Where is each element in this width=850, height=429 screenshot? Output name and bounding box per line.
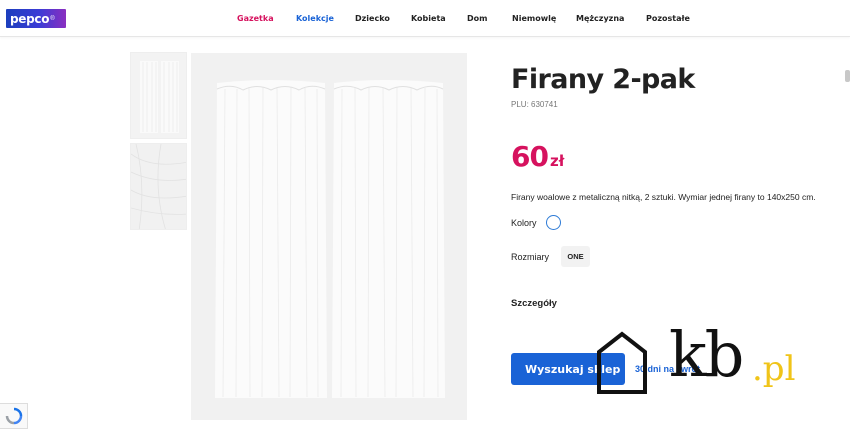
site-header: pepco ® Gazetka Kolekcje Dziecko Kobieta … bbox=[0, 0, 850, 37]
colors-label: Kolory bbox=[511, 218, 537, 228]
scrollbar-thumb[interactable] bbox=[845, 70, 850, 82]
curtain-detail-image bbox=[131, 144, 186, 229]
main-nav: Gazetka Kolekcje Dziecko Kobieta Dom Nie… bbox=[0, 14, 850, 28]
price-currency: zł bbox=[549, 152, 565, 170]
thumbnail-curtains-front[interactable] bbox=[130, 52, 187, 139]
sizes-label: Rozmiary bbox=[511, 252, 550, 262]
color-swatch-white[interactable] bbox=[546, 215, 561, 230]
watermark-suffix: .pl bbox=[752, 349, 796, 389]
product-description: Firany woalowe z metaliczną nitką, 2 szt… bbox=[511, 192, 816, 202]
nav-item-mezczyzna[interactable]: Mężczyzna bbox=[576, 14, 624, 23]
price-value: 60 bbox=[511, 140, 549, 173]
watermark-brand: kb bbox=[669, 318, 744, 391]
nav-item-kobieta[interactable]: Kobieta bbox=[411, 14, 446, 23]
product-plu: PLU: 630741 bbox=[511, 100, 558, 109]
recaptcha-badge[interactable] bbox=[0, 403, 28, 429]
kb-pl-watermark: kb .pl bbox=[597, 324, 817, 400]
nav-item-gazetka[interactable]: Gazetka bbox=[237, 14, 274, 23]
recaptcha-icon bbox=[5, 407, 22, 425]
size-option-one[interactable]: ONE bbox=[561, 246, 590, 267]
nav-item-kolekcje[interactable]: Kolekcje bbox=[296, 14, 334, 23]
product-title: Firany 2-pak bbox=[511, 64, 695, 95]
product-price: 60 zł bbox=[511, 140, 564, 173]
nav-item-dziecko[interactable]: Dziecko bbox=[355, 14, 390, 23]
nav-item-pozostale[interactable]: Pozostałe bbox=[646, 14, 690, 23]
nav-item-dom[interactable]: Dom bbox=[467, 14, 487, 23]
curtain-thumbnail-image bbox=[131, 53, 186, 138]
thumbnail-curtains-detail[interactable] bbox=[130, 143, 187, 230]
details-accordion[interactable]: Szczegóły bbox=[511, 298, 557, 309]
curtains-photo bbox=[191, 53, 467, 420]
product-main-image[interactable] bbox=[191, 53, 467, 420]
nav-item-niemowle[interactable]: Niemowlę bbox=[512, 14, 556, 23]
